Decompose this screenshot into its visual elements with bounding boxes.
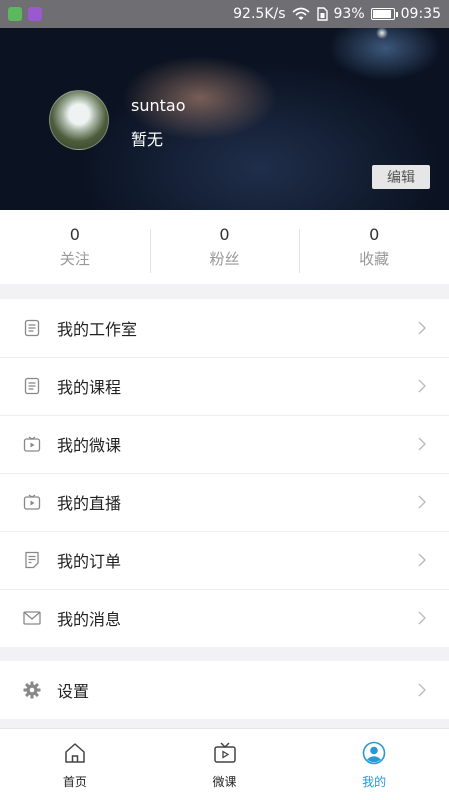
menu-item-label: 我的课程: [57, 378, 122, 397]
menu-item-label: 我的直播: [57, 494, 122, 513]
bio: 暂无: [131, 130, 164, 149]
document-icon: [22, 376, 42, 396]
tab-label: 微课: [212, 775, 237, 789]
stats-bar: 0 关注 0 粉丝 0 收藏: [0, 210, 449, 284]
clock: 09:35: [400, 6, 441, 22]
network-speed: 92.5K/s: [233, 6, 286, 22]
tv-icon: [213, 742, 236, 763]
menu-item-microcourses[interactable]: 我的微课: [0, 415, 449, 473]
mail-icon: [22, 608, 42, 628]
stat-value: 0: [219, 225, 230, 244]
menu-item-messages[interactable]: 我的消息: [0, 589, 449, 647]
menu-item-orders[interactable]: 我的订单: [0, 531, 449, 589]
gear-icon: [22, 680, 42, 700]
stat-label: 收藏: [359, 250, 390, 268]
settings-list: 设置: [0, 661, 449, 719]
menu-item-label: 我的工作室: [57, 320, 138, 339]
tab-label: 首页: [62, 775, 87, 789]
edit-profile-button[interactable]: 编辑: [372, 165, 430, 189]
stat-favorites[interactable]: 0 收藏: [299, 225, 449, 273]
video-icon: [22, 434, 42, 454]
chevron-right-icon: [415, 379, 429, 393]
sim-icon: [316, 7, 328, 21]
menu-item-settings[interactable]: 设置: [0, 661, 449, 719]
chevron-right-icon: [415, 321, 429, 335]
document-icon: [22, 318, 42, 338]
stat-value: 0: [69, 225, 80, 244]
menu-item-studio[interactable]: 我的工作室: [0, 299, 449, 357]
avatar[interactable]: [49, 90, 109, 150]
username: suntao: [131, 96, 186, 115]
chevron-right-icon: [415, 683, 429, 697]
tab-label: 我的: [362, 775, 387, 789]
profile-header: suntao 暂无 编辑: [0, 28, 449, 210]
stat-label: 关注: [59, 250, 90, 268]
gallery-notification-icon: [28, 7, 42, 21]
wifi-icon: [291, 7, 310, 20]
bottom-nav: 首页 微课 我的: [0, 728, 449, 800]
battery-percent: 93%: [333, 6, 365, 22]
chevron-right-icon: [415, 437, 429, 451]
menu-item-label: 我的消息: [57, 610, 122, 629]
stat-label: 粉丝: [209, 250, 240, 268]
wechat-notification-icon: [8, 7, 22, 21]
battery-icon: [370, 8, 398, 20]
video-icon: [22, 492, 42, 512]
chevron-right-icon: [415, 495, 429, 509]
stat-following[interactable]: 0 关注: [0, 225, 150, 269]
home-icon: [65, 743, 85, 763]
stat-fans[interactable]: 0 粉丝: [149, 225, 300, 273]
tab-mine[interactable]: 我的: [299, 729, 449, 800]
status-bar: 92.5K/s 93% 09:35: [0, 0, 449, 28]
stat-value: 0: [369, 225, 380, 244]
user-icon: [362, 741, 386, 765]
chevron-right-icon: [415, 553, 429, 567]
chevron-right-icon: [415, 611, 429, 625]
tab-microcourse[interactable]: 微课: [150, 729, 300, 800]
menu-item-label: 设置: [57, 682, 90, 701]
menu-list: 我的工作室 我的课程 我的微课 我的直播 我的订单 我的消息: [0, 299, 449, 647]
menu-item-label: 我的微课: [57, 436, 122, 455]
tab-home[interactable]: 首页: [0, 729, 150, 800]
menu-item-label: 我的订单: [57, 552, 122, 571]
order-icon: [22, 550, 42, 570]
menu-item-live[interactable]: 我的直播: [0, 473, 449, 531]
menu-item-courses[interactable]: 我的课程: [0, 357, 449, 415]
